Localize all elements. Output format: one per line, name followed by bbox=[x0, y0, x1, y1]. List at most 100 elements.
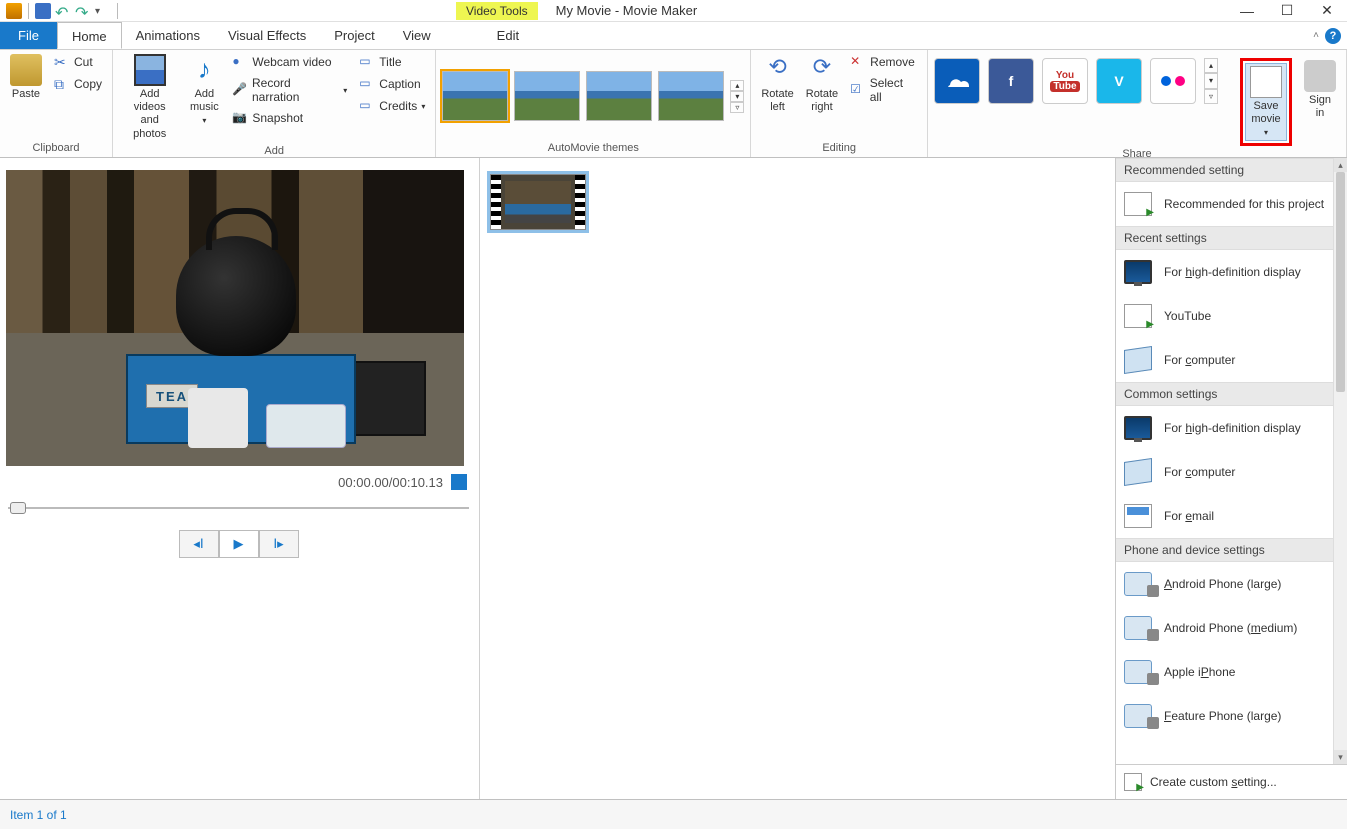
share-vimeo-button[interactable]: V bbox=[1096, 58, 1142, 104]
share-facebook-button[interactable]: f bbox=[988, 58, 1034, 104]
timecode-text: 00:00.00/00:10.13 bbox=[338, 475, 443, 490]
menu-item-iphone[interactable]: Apple iPhone bbox=[1116, 650, 1347, 694]
share-onedrive-button[interactable] bbox=[934, 58, 980, 104]
save-movie-icon bbox=[1250, 66, 1282, 98]
preview-video[interactable]: TEA bbox=[6, 170, 464, 466]
add-videos-button[interactable]: Add videos and photos bbox=[119, 52, 180, 143]
menu-item-youtube[interactable]: YouTube bbox=[1116, 294, 1347, 338]
phone-icon bbox=[1124, 616, 1152, 640]
theme-thumb-1[interactable] bbox=[442, 71, 508, 121]
ribbon-tabs: File Home Animations Visual Effects Proj… bbox=[0, 22, 1347, 50]
sign-in-icon bbox=[1304, 60, 1336, 92]
menu-item-hd-common[interactable]: For high-definition display bbox=[1116, 406, 1347, 450]
next-frame-button[interactable]: Ⅰ▸ bbox=[259, 530, 299, 558]
caption-icon bbox=[359, 76, 375, 92]
rotate-left-icon bbox=[762, 54, 794, 86]
quick-access-toolbar bbox=[0, 3, 126, 19]
help-icon[interactable]: ? bbox=[1325, 28, 1341, 44]
phone-icon bbox=[1124, 572, 1152, 596]
sign-in-button[interactable]: Sign in bbox=[1300, 58, 1340, 122]
remove-button[interactable]: Remove bbox=[846, 52, 921, 72]
title-button[interactable]: Title bbox=[355, 52, 429, 72]
timeline-clip[interactable] bbox=[490, 174, 586, 230]
rotate-right-button[interactable]: Rotate right bbox=[802, 52, 842, 116]
add-music-button[interactable]: Add music▾ bbox=[184, 52, 224, 128]
credits-button[interactable]: Credits ▾ bbox=[355, 96, 429, 116]
redo-icon[interactable] bbox=[75, 3, 91, 19]
rotate-right-icon bbox=[806, 54, 838, 86]
theme-thumb-2[interactable] bbox=[514, 71, 580, 121]
share-flickr-button[interactable] bbox=[1150, 58, 1196, 104]
menu-header-recommended: Recommended setting bbox=[1116, 158, 1347, 182]
undo-icon[interactable] bbox=[55, 3, 71, 19]
phone-icon bbox=[1124, 660, 1152, 684]
tab-visual-effects[interactable]: Visual Effects bbox=[214, 22, 320, 49]
group-label-clipboard: Clipboard bbox=[6, 140, 106, 157]
tab-home[interactable]: Home bbox=[57, 22, 122, 49]
qat-dropdown-icon[interactable] bbox=[95, 3, 111, 19]
cut-icon bbox=[54, 54, 70, 70]
menu-item-custom-setting[interactable]: Create custom setting... bbox=[1116, 764, 1347, 799]
phone-icon bbox=[1124, 704, 1152, 728]
share-youtube-button[interactable]: YouTube bbox=[1042, 58, 1088, 104]
theme-thumb-3[interactable] bbox=[586, 71, 652, 121]
ribbon: Paste Cut Copy Clipboard Add videos and … bbox=[0, 50, 1347, 158]
menu-item-computer-recent[interactable]: For computer bbox=[1116, 338, 1347, 382]
tab-file[interactable]: File bbox=[0, 22, 57, 49]
menu-header-recent: Recent settings bbox=[1116, 226, 1347, 250]
snapshot-button[interactable]: Snapshot bbox=[228, 108, 351, 128]
webcam-icon bbox=[232, 54, 248, 70]
paste-icon bbox=[10, 54, 42, 86]
caption-button[interactable]: Caption bbox=[355, 74, 429, 94]
tab-view[interactable]: View bbox=[389, 22, 445, 49]
film-icon bbox=[134, 54, 166, 86]
theme-gallery-spinner[interactable]: ▴▾▿ bbox=[730, 80, 744, 113]
status-text: Item 1 of 1 bbox=[10, 808, 67, 822]
minimize-button[interactable]: — bbox=[1227, 0, 1267, 22]
prev-frame-button[interactable]: ◂Ⅰ bbox=[179, 530, 219, 558]
copy-icon bbox=[54, 76, 70, 92]
save-movie-button[interactable]: Save movie▾ bbox=[1245, 63, 1287, 141]
theme-thumb-4[interactable] bbox=[658, 71, 724, 121]
tab-animations[interactable]: Animations bbox=[122, 22, 214, 49]
contextual-tab-video-tools: Video Tools bbox=[456, 2, 538, 20]
menu-item-android-medium[interactable]: Android Phone (medium) bbox=[1116, 606, 1347, 650]
maximize-button[interactable]: ☐ bbox=[1267, 0, 1307, 22]
computer-icon bbox=[1124, 458, 1152, 486]
menu-item-feature-phone-large[interactable]: Feature Phone (large) bbox=[1116, 694, 1347, 738]
fullscreen-icon[interactable] bbox=[451, 474, 467, 490]
save-icon[interactable] bbox=[35, 3, 51, 19]
credits-icon bbox=[359, 98, 375, 114]
youtube-icon bbox=[1124, 304, 1152, 328]
menu-item-recommended[interactable]: Recommended for this project bbox=[1116, 182, 1347, 226]
transport-controls: ◂Ⅰ ▶ Ⅰ▸ bbox=[6, 530, 471, 558]
webcam-button[interactable]: Webcam video bbox=[228, 52, 351, 72]
separator bbox=[117, 3, 118, 19]
menu-item-computer-common[interactable]: For computer bbox=[1116, 450, 1347, 494]
cut-button[interactable]: Cut bbox=[50, 52, 106, 72]
app-icon bbox=[6, 3, 22, 19]
paste-button[interactable]: Paste bbox=[6, 52, 46, 103]
menu-item-android-large[interactable]: Android Phone (large) bbox=[1116, 562, 1347, 606]
select-all-button[interactable]: Select all bbox=[846, 74, 921, 106]
menu-scrollbar[interactable]: ▴ ▾ bbox=[1333, 158, 1347, 764]
doc-icon bbox=[1124, 192, 1152, 216]
seek-slider[interactable] bbox=[8, 502, 469, 514]
record-narration-button[interactable]: Record narration ▾ bbox=[228, 74, 351, 106]
menu-item-hd-recent[interactable]: For high-definition display bbox=[1116, 250, 1347, 294]
share-gallery-spinner[interactable]: ▴▾▿ bbox=[1204, 58, 1218, 104]
play-button[interactable]: ▶ bbox=[219, 530, 259, 558]
tab-project[interactable]: Project bbox=[320, 22, 388, 49]
group-label-editing: Editing bbox=[757, 140, 921, 157]
ribbon-collapse-icon[interactable]: ˄ bbox=[1313, 30, 1319, 41]
monitor-icon bbox=[1124, 416, 1152, 440]
menu-item-email[interactable]: For email bbox=[1116, 494, 1347, 538]
copy-button[interactable]: Copy bbox=[50, 74, 106, 94]
group-label-themes: AutoMovie themes bbox=[442, 140, 744, 157]
close-button[interactable]: ✕ bbox=[1307, 0, 1347, 22]
rotate-left-button[interactable]: Rotate left bbox=[757, 52, 797, 116]
separator bbox=[28, 3, 29, 19]
tab-edit[interactable]: Edit bbox=[483, 22, 533, 49]
preview-pane: TEA 00:00.00/00:10.13 ◂Ⅰ ▶ Ⅰ▸ bbox=[0, 158, 480, 799]
mic-icon bbox=[232, 82, 248, 98]
